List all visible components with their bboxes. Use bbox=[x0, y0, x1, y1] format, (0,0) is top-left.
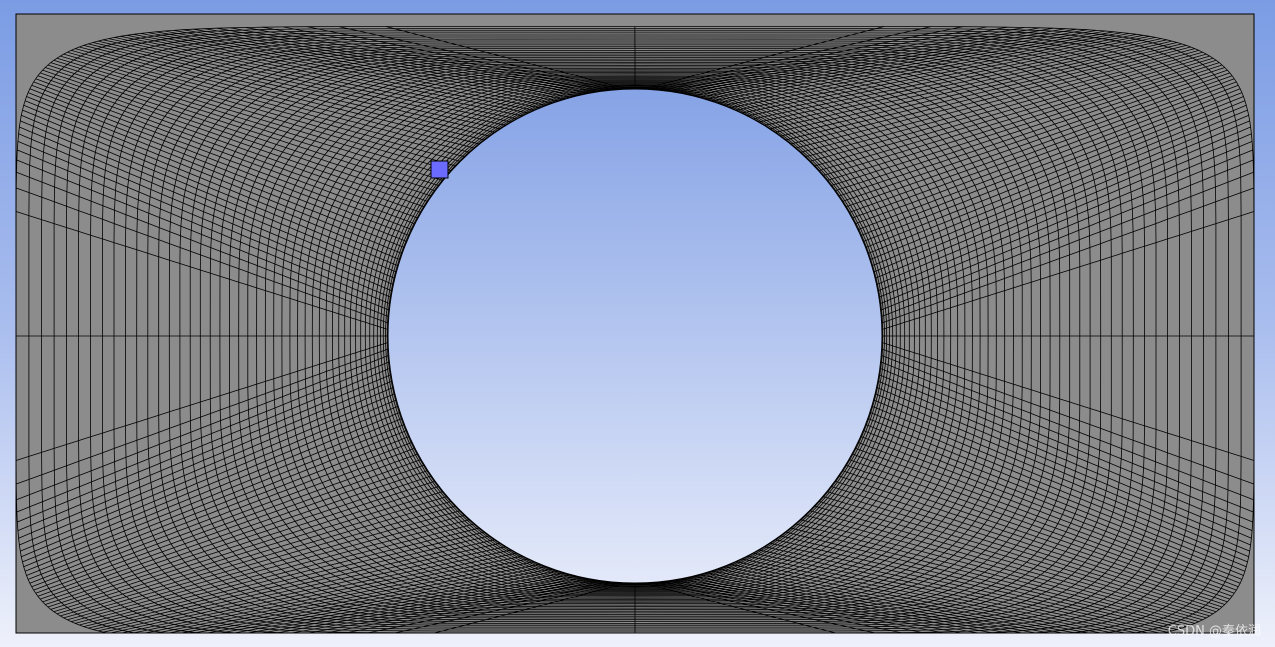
circular-hole bbox=[387, 88, 883, 584]
selected-node-marker[interactable] bbox=[430, 160, 449, 179]
graphics-viewport[interactable]: CSDN @秦依润 bbox=[0, 0, 1275, 647]
mesh-canvas[interactable] bbox=[0, 0, 1275, 647]
